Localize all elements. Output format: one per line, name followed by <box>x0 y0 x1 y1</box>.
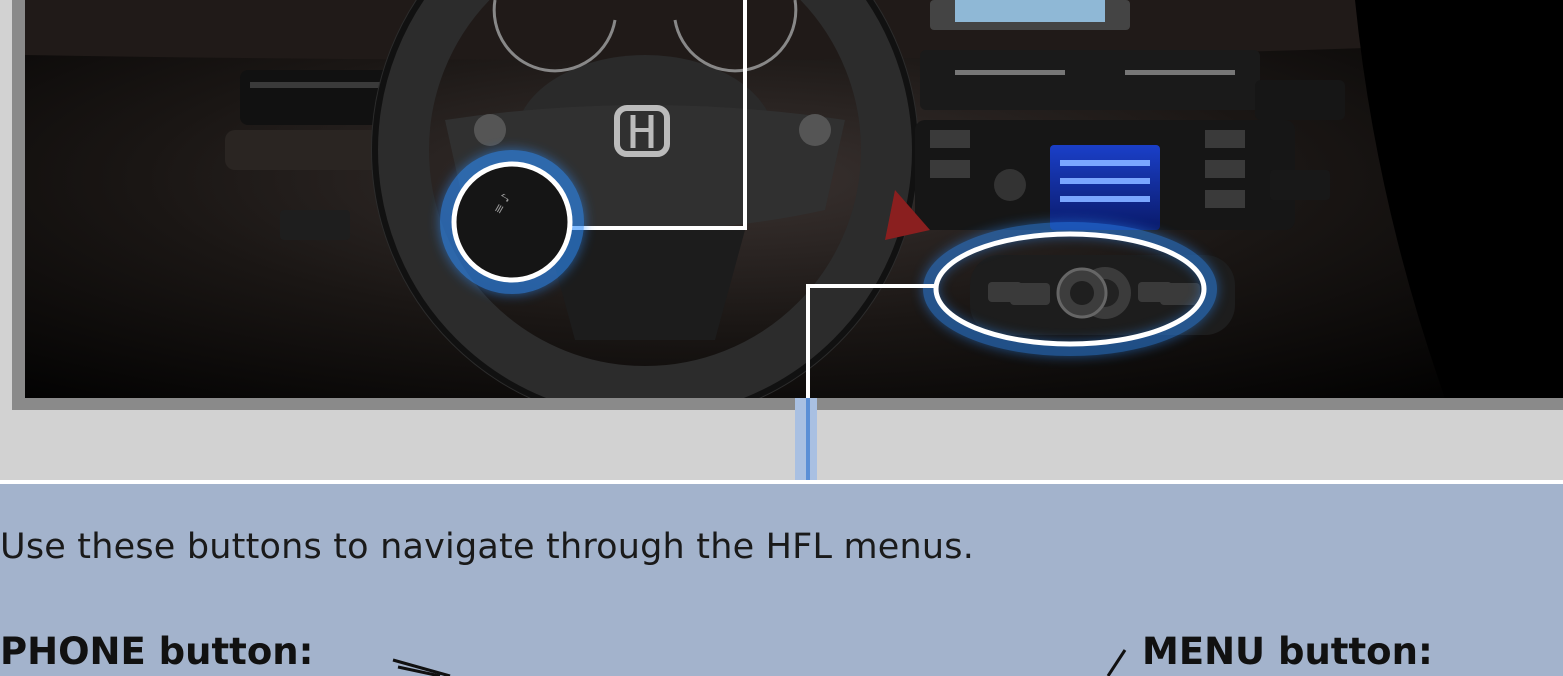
dashboard-photo <box>25 0 1563 398</box>
phone-button-label: PHONE button: <box>0 630 314 673</box>
menu-button-label: MENU button: <box>1142 630 1433 673</box>
intro-text: Use these buttons to navigate through th… <box>0 527 975 567</box>
dashboard-illustration <box>25 0 1563 398</box>
photo-area <box>0 0 1563 480</box>
